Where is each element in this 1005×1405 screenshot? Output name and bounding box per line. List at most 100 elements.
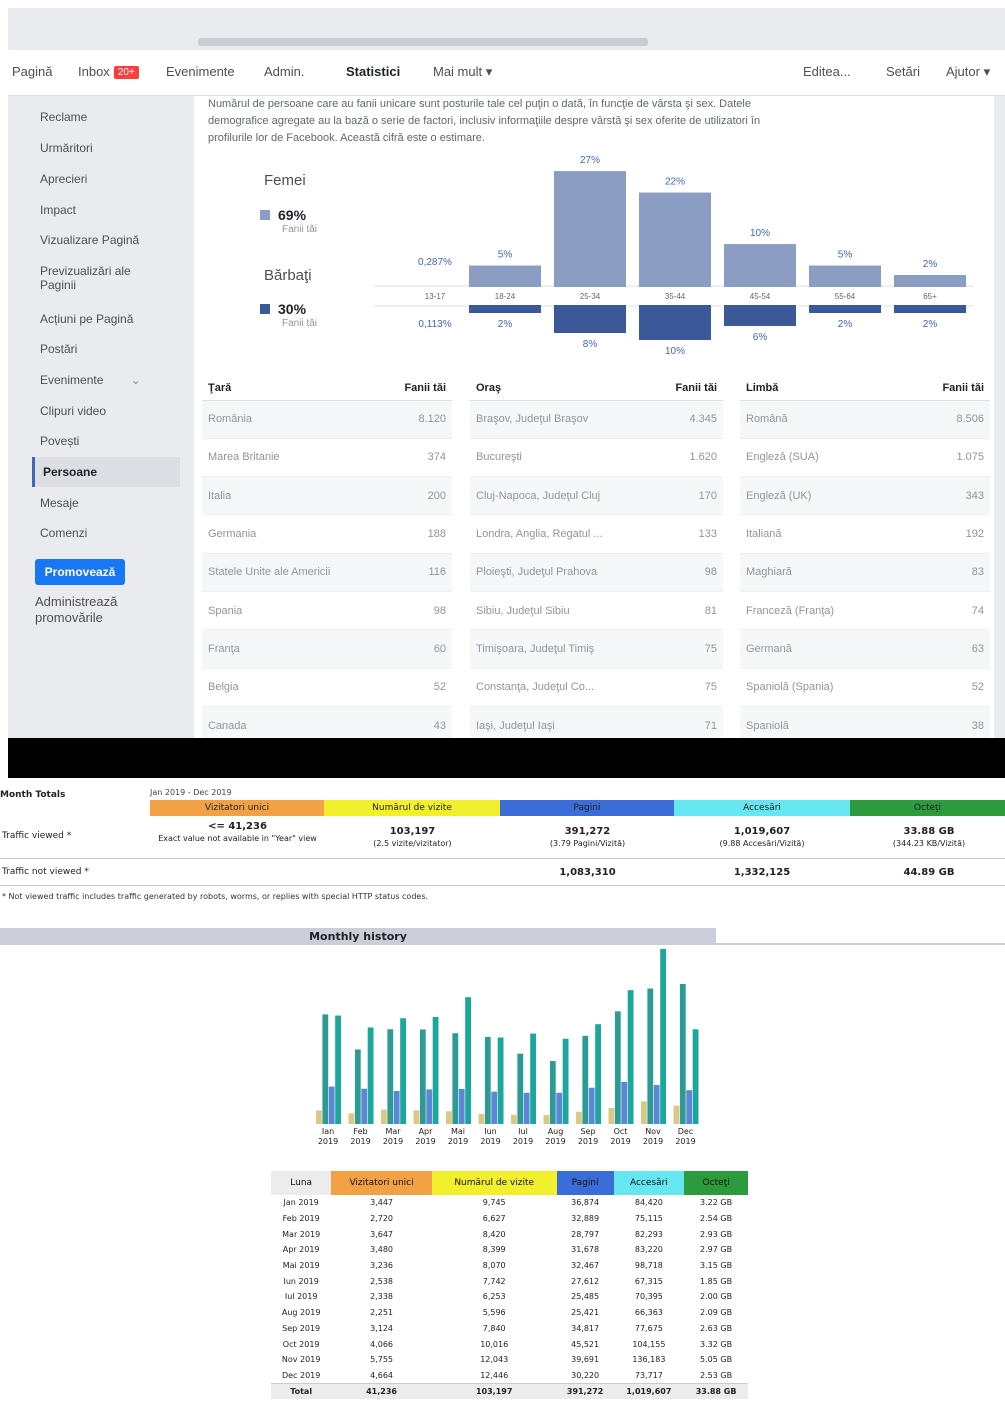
age-tick-label: 55-64 (835, 292, 856, 301)
sidebar-item-povesti[interactable]: Povești (40, 434, 170, 448)
mh-cell: Nov 2019 (281, 1355, 321, 1365)
mh-table-row: Nov 2019 5,755 12,043 39,691 136,183 5.05 GB (271, 1352, 748, 1368)
mh-cell: Mai 2019 (282, 1261, 320, 1271)
summary-bytes-note: (344.23 KB/Vizită) (892, 839, 966, 848)
visitors-bar (348, 1113, 355, 1124)
language-row: Română 8.506 (740, 400, 990, 439)
sidebar-item-postari[interactable]: Postări (40, 342, 170, 356)
city-fans-header[interactable]: Fanii tăi (652, 376, 723, 401)
city-name-cell: Londra, Anglia, Regatul ... (470, 514, 653, 554)
language-column-header[interactable]: Limbă (740, 376, 903, 401)
male-data-label: 2% (838, 319, 853, 330)
sidebar-item-persoane[interactable]: Persoane (32, 457, 180, 487)
sidebar-item-comenzi[interactable]: Comenzi (40, 526, 170, 540)
summary-header-hits: Accesări (674, 800, 850, 816)
nav-inbox[interactable]: Inbox 20+ (78, 64, 139, 79)
month-tick-label: Feb (353, 1127, 367, 1136)
country-fans-cell: 200 (380, 476, 452, 516)
mh-cell: 3,447 (370, 1198, 393, 1208)
summary-pages-value: 391,272 (564, 826, 611, 837)
nav-mai-mult[interactable]: Mai mult ▾ (433, 64, 492, 80)
female-bar (469, 265, 541, 287)
sidebar-item-reclame[interactable]: Reclame (40, 110, 170, 124)
mh-cell: 7,742 (482, 1276, 506, 1286)
traffic-not-viewed-label: Traffic not viewed * (2, 867, 89, 877)
sidebar-item-actiuni[interactable]: Acțiuni pe Pagină (40, 312, 170, 326)
sidebar-item-impact[interactable]: Impact (40, 203, 170, 217)
summary-hits-cell: 1,019,607 (9.88 Accesări/Vizită) (678, 826, 846, 850)
expand-chevron-icon[interactable]: ⌄ (131, 373, 141, 387)
mh-cell: 6,627 (482, 1214, 506, 1224)
promote-button[interactable]: Promovează (35, 559, 125, 585)
mh-cell: Aug 2019 (281, 1308, 321, 1318)
summary-header-visits: Numărul de vizite (324, 800, 500, 816)
city-row: Timişoara, Judeţul Timiş 75 (470, 629, 723, 669)
nav-setari[interactable]: Setări (886, 64, 920, 79)
sidebar-item-evenimente[interactable]: Evenimente ⌄ (40, 373, 170, 387)
mh-header-visitors: Vizitatori unici (331, 1171, 432, 1195)
month-tick-label: Nov (645, 1127, 661, 1136)
country-fans-header[interactable]: Fanii tăi (380, 376, 452, 401)
nav-statistici[interactable]: Statistici (346, 64, 400, 79)
pages-bar (523, 1092, 530, 1124)
mh-cell: 25,485 (571, 1292, 600, 1302)
hits-bar (335, 1015, 341, 1124)
month-tick-label: Iun (484, 1127, 497, 1136)
city-name-cell: Cluj-Napoca, Judeţul Cluj (470, 476, 653, 516)
country-fans-cell: 188 (380, 514, 452, 554)
language-fans-header[interactable]: Fanii tăi (902, 376, 990, 401)
sidebar-item-vizualizare-pagina[interactable]: Vizualizare Pagină (40, 233, 170, 247)
not-viewed-hits: 1,332,125 (678, 867, 846, 879)
nav-ajutor[interactable]: Ajutor ▾ (946, 64, 990, 80)
hits-bar (595, 1024, 601, 1124)
awstats-screenshot: Month Totals Jan 2019 - Dec 2019 Vizitat… (0, 778, 1005, 1405)
sidebar-item-mesaje[interactable]: Mesaje (40, 496, 170, 510)
city-fans-cell: 98 (652, 553, 723, 592)
mh-cell: 2.97 GB (700, 1245, 733, 1255)
age-gender-chart: 0,287% 0,113% 13-17 5% 2% 18-24 27% 8% 25-34 22% 1… (374, 155, 974, 357)
language-row: Italiană 192 (740, 514, 990, 554)
city-row: Bucureşti 1.620 (470, 438, 723, 478)
mh-cell: 2.93 GB (700, 1229, 733, 1239)
mh-cell: 8,399 (482, 1245, 506, 1255)
year-tick-label: 2019 (513, 1137, 533, 1146)
city-column-header[interactable]: Oraş (470, 376, 653, 401)
mh-cell: Feb 2019 (282, 1214, 320, 1224)
sidebar-item-previzualizari[interactable]: Previzualizări ale Paginii (40, 264, 170, 292)
mh-cell: Apr 2019 (282, 1245, 320, 1255)
sidebar-item-aprecieri[interactable]: Aprecieri (40, 172, 170, 186)
mh-table-row: Dec 2019 4,664 12,446 30,220 73,717 2.53 GB (271, 1368, 748, 1384)
nav-pagina[interactable]: Pagină (12, 64, 52, 79)
country-column-header[interactable]: Ţară (202, 376, 381, 401)
age-tick-label: 45-54 (750, 292, 771, 301)
visits-bar (354, 1049, 361, 1124)
male-pct-value: 30% (278, 301, 307, 317)
language-row: Engleză (SUA) 1.075 (740, 438, 990, 478)
mh-cell: 3,480 (370, 1245, 393, 1255)
mh-cell: 5,596 (482, 1308, 506, 1318)
mh-cell: 12,446 (480, 1370, 509, 1380)
manage-promotions-link[interactable]: Administrează promovările (35, 594, 155, 626)
pages-bar (458, 1088, 465, 1124)
city-name-cell: Braşov, Judeţul Braşov (470, 400, 653, 439)
summary-visits-note: (2.5 vizite/vizitator) (373, 839, 452, 848)
nav-evenimente[interactable]: Evenimente (166, 64, 235, 79)
hits-bar (432, 1017, 439, 1124)
mh-cell: 77,675 (634, 1323, 663, 1333)
nav-editeaza[interactable]: Editea... (803, 64, 851, 79)
city-row: Braşov, Judeţul Braşov 4.345 (470, 400, 723, 439)
pages-bar (393, 1090, 400, 1124)
sidebar-item-clipuri-video[interactable]: Clipuri video (40, 404, 170, 418)
not-viewed-bytes: 44.89 GB (855, 867, 1003, 879)
nav-admin[interactable]: Admin. (264, 64, 304, 79)
language-name-cell: Italiană (740, 514, 903, 554)
language-fans-cell: 192 (902, 514, 990, 554)
female-data-label: 22% (665, 177, 685, 188)
mh-total-cell: 103,197 (431, 1382, 557, 1399)
screenshot-bottom-bar (8, 738, 1005, 778)
sidebar-item-urmaritori[interactable]: Urmăritori (40, 141, 170, 155)
city-name-cell: Sibiu, Judeţul Sibiu (470, 591, 653, 631)
language-row: Spaniolă (Spania) 52 (740, 668, 990, 707)
mh-cell: Sep 2019 (282, 1323, 321, 1333)
hits-bar (530, 1033, 536, 1124)
